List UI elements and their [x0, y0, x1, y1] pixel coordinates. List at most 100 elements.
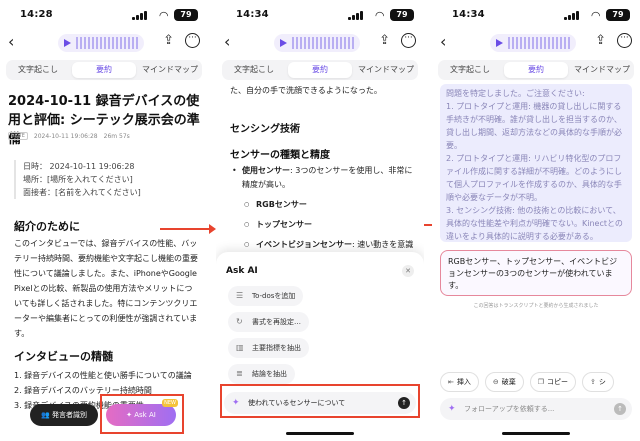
tab-transcript[interactable]: 文字起こし	[222, 60, 286, 80]
tab-summary[interactable]: 要約	[504, 62, 568, 78]
share-icon[interactable]: ⇪	[379, 33, 390, 48]
refresh-icon: ↻	[236, 317, 243, 326]
play-icon[interactable]	[496, 39, 503, 47]
suggestion-chip[interactable]: ☰ To-dosを追加	[228, 286, 304, 306]
copy-button[interactable]: ❐ コピー	[529, 372, 577, 392]
audio-player[interactable]	[490, 34, 576, 52]
tab-summary[interactable]: 要約	[72, 62, 136, 78]
info-place: 場所：[場所を入れてください]	[23, 175, 133, 184]
info-date: 日時： 2024-10-11 19:06:28	[23, 162, 135, 171]
share-icon[interactable]: ⇪	[163, 33, 174, 48]
play-icon[interactable]	[280, 39, 287, 47]
checklist-icon: ☰	[236, 291, 244, 300]
tab-mindmap[interactable]: マインドマップ	[138, 60, 202, 80]
list-item: RGBセンサー	[230, 198, 416, 212]
info-interviewer: 面接者：[名前を入れてください]	[23, 188, 141, 197]
insert-icon: ⇤	[448, 378, 454, 386]
signal-icon	[564, 10, 580, 20]
wifi-icon: ◠	[159, 9, 168, 22]
more-icon[interactable]: ···	[617, 33, 632, 48]
discard-button[interactable]: ⊖ 破棄	[484, 372, 524, 392]
followup-placeholder: フォローアップを依頼する...	[464, 405, 555, 413]
close-icon[interactable]: ✕	[402, 265, 414, 277]
share-reply-button[interactable]: ⇪ シ	[582, 372, 614, 392]
insert-button[interactable]: ⇤ 挿入	[440, 372, 479, 392]
sheet-title: Ask AI	[226, 266, 258, 276]
status-bar: 14:34 ◠ 79	[216, 8, 424, 24]
more-icon[interactable]: ···	[185, 33, 200, 48]
signal-icon	[348, 10, 364, 20]
status-time: 14:34	[452, 9, 485, 20]
share-icon[interactable]: ⇪	[595, 33, 606, 48]
tab-mindmap[interactable]: マインドマップ	[354, 60, 418, 80]
tab-mindmap[interactable]: マインドマップ	[570, 60, 634, 80]
list-item: トップセンサー	[230, 218, 416, 232]
note-meta: NOTE 2024-10-11 19:06:28 26m 57s	[8, 132, 130, 140]
play-icon[interactable]	[64, 39, 71, 47]
discard-label: 破棄	[501, 378, 516, 386]
section-subheading: センサーの種類と精度	[230, 150, 330, 161]
home-indicator	[502, 432, 570, 435]
back-chevron-icon[interactable]: ‹	[8, 32, 14, 51]
view-tabs: 文字起こし 要約 マインドマップ	[6, 60, 202, 80]
speaker-identify-label: 発言者識別	[51, 411, 87, 419]
status-time: 14:28	[20, 9, 53, 20]
share-icon: ⇪	[590, 378, 596, 386]
top-toolbar: ‹ ⇪ ···	[216, 30, 424, 56]
suggestion-label: 結論を抽出	[252, 370, 287, 378]
home-indicator	[286, 432, 354, 435]
sub-item-lead: イベントビジョンセンサー	[256, 240, 352, 249]
note-date: 2024-10-11 19:06:28	[33, 132, 98, 140]
suggestion-label: To-dosを追加	[252, 292, 296, 300]
page-title: 2024-10-11 録音デバイスの使用と評価: シーテック展示会の準備	[8, 94, 200, 147]
tab-transcript[interactable]: 文字起こし	[6, 60, 70, 80]
back-chevron-icon[interactable]: ‹	[440, 32, 446, 51]
audio-player[interactable]	[274, 34, 360, 52]
section-heading: センシング技術	[230, 124, 300, 135]
waveform	[292, 37, 354, 49]
tab-summary[interactable]: 要約	[288, 62, 352, 78]
reply-actions: ⇤ 挿入 ⊖ 破棄 ❐ コピー ⇪ シ	[440, 372, 614, 392]
section-heading: 紹介のために	[14, 220, 80, 233]
audio-player[interactable]	[58, 34, 144, 52]
suggestion-chip[interactable]: ≣ 結論を抽出	[228, 364, 295, 384]
suggestion-chip[interactable]: ↻ 書式を再設定…	[228, 312, 309, 332]
copy-label: コピー	[547, 378, 569, 386]
back-chevron-icon[interactable]: ‹	[224, 32, 230, 51]
battery-icon: 79	[606, 9, 630, 21]
more-icon[interactable]: ···	[401, 33, 416, 48]
sparkle-icon: ✦	[448, 404, 456, 414]
suggestion-chip[interactable]: ▥ 主要指標を抽出	[228, 338, 309, 358]
speaker-identify-button[interactable]: 👥 発言者識別	[30, 404, 98, 426]
arrow-icon	[160, 224, 216, 234]
status-time: 14:34	[236, 9, 269, 20]
interview-info: 日時： 2024-10-11 19:06:28 場所：[場所を入れてください] …	[14, 160, 141, 199]
phone-screen-ai-answer: 14:34 ◠ 79 ‹ ⇪ ··· 文字起こし 要約 マインドマップ 問題を特…	[432, 0, 640, 441]
summary-text: た、自分の手で洗顔できるようになった。	[230, 86, 382, 95]
phone-screen-ask-ai: 14:34 ◠ 79 ‹ ⇪ ··· 文字起こし 要約 マインドマップ た、自分…	[216, 0, 424, 441]
list-icon: ≣	[236, 369, 243, 378]
note-tag: NOTE	[8, 132, 28, 140]
waveform	[76, 37, 138, 49]
suggestion-label: 書式を再設定…	[252, 318, 301, 326]
section-paragraph: このインタビューでは、録音デバイスの性能、バッテリー持続時間、要約機能や文字起こ…	[14, 239, 198, 338]
previous-answer: 問題を特定しました。ご注意ください: 1. プロトタイプと運用: 機器の貸し出し…	[440, 84, 632, 242]
share-label: シ	[598, 378, 606, 386]
wifi-icon: ◠	[591, 9, 600, 22]
followup-input[interactable]: ✦ フォローアップを依頼する... ↑	[440, 398, 632, 420]
status-bar: 14:34 ◠ 79	[432, 8, 640, 24]
bullet-lead: 使用センサー	[242, 166, 290, 175]
suggestion-label: 主要指標を抽出	[252, 344, 301, 352]
phone-screen-summary: 14:28 ◠ 79 ‹ ⇪ ··· 文字起こし 要約 マインドマップ 2024…	[0, 0, 208, 441]
sub-item: トップセンサー	[256, 220, 312, 229]
sub-item: RGBセンサー	[256, 200, 307, 209]
highlight-box	[220, 384, 420, 418]
note-duration: 26m 57s	[103, 132, 130, 140]
list-item: 1. 録音デバイスの性能と使い勝手についての議論	[14, 371, 192, 380]
tab-transcript[interactable]: 文字起こし	[438, 60, 502, 80]
sensor-list: 使用センサー: 3つのセンサーを使用し、非常に精度が高い。 RGBセンサー トッ…	[230, 164, 416, 266]
copy-icon: ❐	[537, 378, 545, 386]
section-heading: インタビューの精髄	[14, 350, 113, 363]
send-icon[interactable]: ↑	[614, 403, 626, 415]
top-toolbar: ‹ ⇪ ···	[432, 30, 640, 56]
